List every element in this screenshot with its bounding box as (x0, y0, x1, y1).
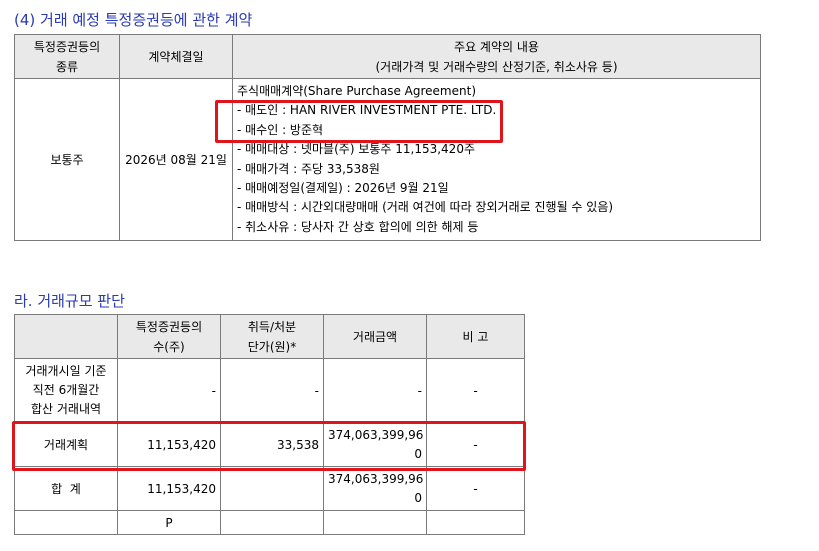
row-note: - (426, 422, 525, 467)
contract-line: - 매매예정일(결제일) : 2026년 9월 21일 (237, 180, 449, 195)
contract-line-buyer: - 매수인 : 방준혁 (237, 122, 324, 137)
contract-line-seller: - 매도인 : HAN RIVER INVESTMENT PTE. LTD. (237, 103, 497, 118)
row-label (14, 510, 118, 535)
header-blank (14, 314, 118, 359)
table-row: 거래개시일 기준 직전 6개월간 합산 거래내역 - - - - (14, 358, 525, 423)
header-amount: 거래금액 (323, 314, 427, 359)
header-contract-content: 주요 계약의 내용 (거래가격 및 거래수량의 산정기준, 취소사유 등) (232, 34, 761, 79)
section-title-scale: 라. 거래규모 판단 (14, 292, 125, 310)
header-unit-price: 취득/처분 단가(원)* (220, 314, 324, 359)
row-note: - (426, 358, 525, 423)
header-content-line2: (거래가격 및 거래수량의 산정기준, 취소사유 등) (375, 59, 618, 74)
row-quantity: 11,153,420 (117, 422, 221, 467)
row-price (220, 510, 324, 535)
contract-line: 주식매매계약(Share Purchase Agreement) (237, 83, 476, 98)
row-quantity: P (117, 510, 221, 535)
header-security-type: 특정증권등의 종류 (14, 34, 120, 79)
row-price: 33,538 (220, 422, 324, 467)
contract-line: - 매매방식 : 시간외대량매매 (거래 여건에 따라 장외거래로 진행될 수 … (237, 200, 614, 215)
table-row-plan: 거래계획 11,153,420 33,538 374,063,399,96 0 … (14, 422, 525, 467)
row-amount: 374,063,399,96 0 (323, 422, 427, 467)
row-label: 거래개시일 기준 직전 6개월간 합산 거래내역 (14, 358, 118, 423)
contract-table: 특정증권등의 종류 계약체결일 주요 계약의 내용 (거래가격 및 거래수량의 … (14, 34, 761, 241)
row-amount (323, 510, 427, 535)
contract-line: - 매매가격 : 주당 33,538원 (237, 161, 380, 176)
row-label: 합 계 (14, 466, 118, 511)
row-price (220, 466, 324, 511)
section-title-contract: (4) 거래 예정 특정증권등에 관한 계약 (14, 11, 253, 29)
row-note (426, 510, 525, 535)
header-content-line1: 주요 계약의 내용 (454, 39, 539, 54)
header-quantity: 특정증권등의 수(주) (117, 314, 221, 359)
header-note: 비 고 (426, 314, 525, 359)
row-quantity: - (117, 358, 221, 423)
contract-content-cell: 주식매매계약(Share Purchase Agreement) - 매도인 :… (232, 78, 761, 241)
row-amount: 374,063,399,96 0 (323, 466, 427, 511)
row-label: 거래계획 (14, 422, 118, 467)
row-note: - (426, 466, 525, 511)
table-row: P (14, 510, 525, 535)
table-row-total: 합 계 11,153,420 374,063,399,96 0 - (14, 466, 525, 511)
contract-line: - 매매대상 : 넷마블(주) 보통주 11,153,420주 (237, 142, 475, 157)
row-quantity: 11,153,420 (117, 466, 221, 511)
security-type-cell: 보통주 (14, 78, 120, 241)
header-contract-date: 계약체결일 (119, 34, 233, 79)
contract-date-cell: 2026년 08월 21일 (119, 78, 233, 241)
scale-table: 특정증권등의 수(주) 취득/처분 단가(원)* 거래금액 비 고 거래개시일 … (14, 314, 525, 535)
row-amount: - (323, 358, 427, 423)
row-price: - (220, 358, 324, 423)
contract-line: - 취소사유 : 당사자 간 상호 합의에 의한 해제 등 (237, 219, 479, 234)
